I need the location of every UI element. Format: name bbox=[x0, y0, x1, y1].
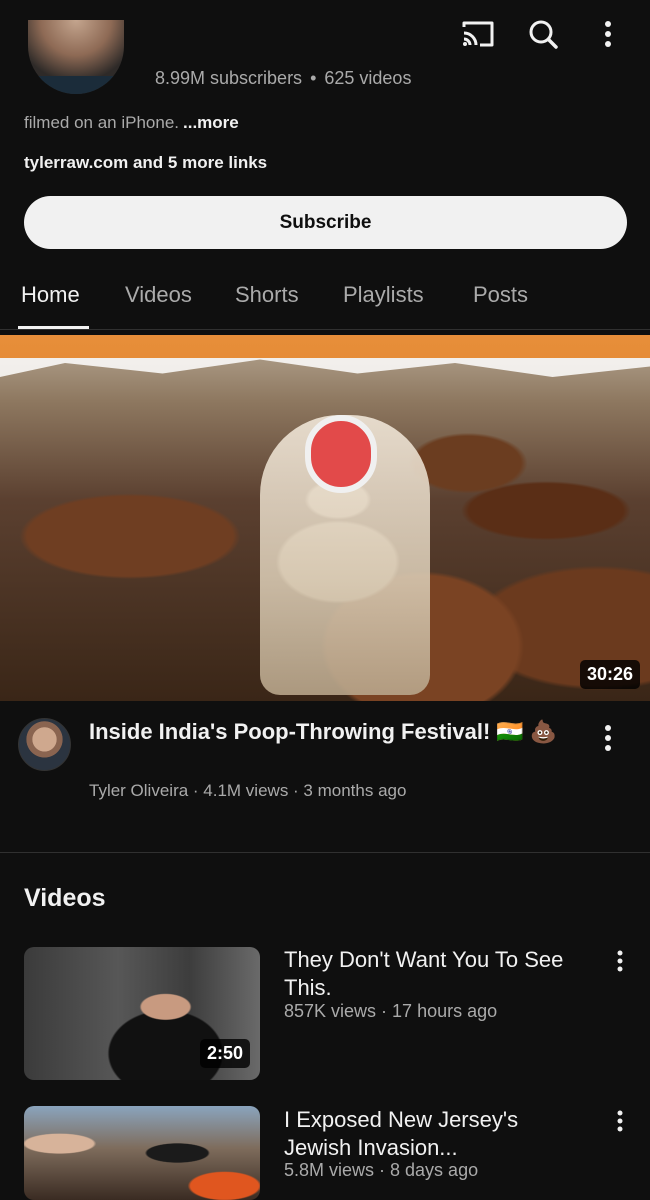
video-title[interactable]: I Exposed New Jersey's Jewish Invasion..… bbox=[284, 1106, 584, 1162]
tab-posts[interactable]: Posts bbox=[473, 282, 528, 308]
tab-home[interactable]: Home bbox=[21, 282, 80, 308]
video-thumbnail[interactable] bbox=[24, 1106, 260, 1200]
active-tab-indicator bbox=[18, 326, 89, 329]
more-vertical-icon[interactable] bbox=[590, 14, 626, 54]
channel-tabs: Home Videos Shorts Playlists Posts bbox=[0, 270, 650, 330]
video-more-icon[interactable] bbox=[608, 1106, 632, 1136]
video-thumbnail[interactable]: 2:50 bbox=[24, 947, 260, 1080]
section-divider bbox=[0, 852, 650, 853]
featured-duration-badge: 30:26 bbox=[579, 660, 640, 689]
tab-shorts[interactable]: Shorts bbox=[235, 282, 299, 308]
search-icon[interactable] bbox=[523, 14, 563, 54]
description-text: filmed on an iPhone. bbox=[24, 113, 179, 132]
subscriber-count: 8.99M subscribers bbox=[155, 68, 303, 88]
cast-icon[interactable] bbox=[458, 14, 498, 54]
featured-more-icon[interactable] bbox=[594, 720, 622, 756]
featured-video-thumbnail[interactable]: 30:26 bbox=[0, 335, 650, 701]
tab-videos[interactable]: Videos bbox=[125, 282, 192, 308]
description-more-link[interactable]: ...more bbox=[183, 113, 239, 132]
tab-playlists[interactable]: Playlists bbox=[343, 282, 424, 308]
channel-avatar[interactable] bbox=[28, 20, 124, 94]
channel-description[interactable]: filmed on an iPhone. ...more bbox=[24, 113, 239, 133]
featured-video-title[interactable]: Inside India's Poop-Throwing Festival! 🇮… bbox=[89, 716, 559, 748]
separator-dot: • bbox=[310, 68, 317, 88]
channel-stats: 8.99M subscribers • 625 videos bbox=[155, 68, 411, 89]
channel-links[interactable]: tylerraw.com and 5 more links bbox=[24, 153, 267, 173]
video-duration-badge: 2:50 bbox=[199, 1039, 250, 1068]
thumbnail-face-decoration bbox=[305, 415, 377, 493]
thumbnail-flags-decoration bbox=[0, 335, 650, 377]
video-more-icon[interactable] bbox=[608, 946, 632, 976]
video-meta: 857K views · 17 hours ago bbox=[284, 1001, 498, 1021]
featured-video-meta: Tyler Oliveira · 4.1M views · 3 months a… bbox=[89, 781, 407, 800]
subscribe-button[interactable]: Subscribe bbox=[24, 196, 627, 249]
featured-channel-avatar[interactable] bbox=[18, 718, 71, 771]
video-meta: 5.8M views · 8 days ago bbox=[284, 1160, 479, 1180]
video-count: 625 videos bbox=[324, 68, 412, 88]
video-title[interactable]: They Don't Want You To See This. bbox=[284, 946, 584, 1002]
videos-section-title: Videos bbox=[24, 884, 106, 912]
